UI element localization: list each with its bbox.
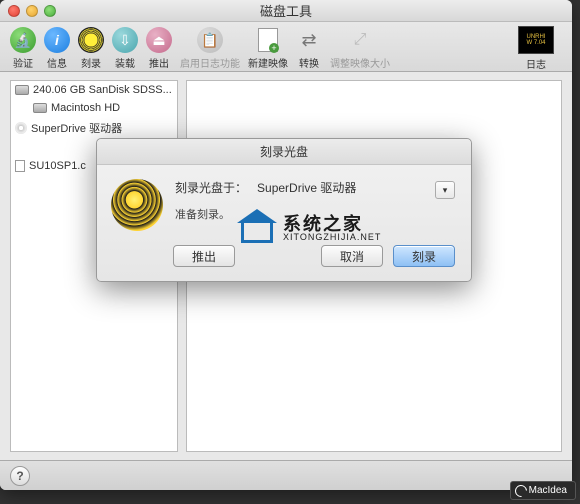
toolbar-log[interactable]: UNRHI W 7.04 日志 xyxy=(518,26,554,71)
eject-button[interactable]: 推出 xyxy=(173,245,235,267)
journal-icon: 📋 xyxy=(197,27,223,53)
burn-icon xyxy=(111,179,163,231)
options-dropdown-button[interactable]: ▾ xyxy=(435,181,455,199)
toolbar-new-image[interactable]: 新建映像 xyxy=(248,27,288,70)
macidea-badge: MacIdea xyxy=(510,481,576,500)
disk-image-icon xyxy=(15,160,25,172)
info-icon: i xyxy=(44,27,70,53)
burn-button[interactable]: 刻录 xyxy=(393,245,455,267)
eject-icon: ⏏ xyxy=(146,27,172,53)
toolbar-verify[interactable]: 🔬 验证 xyxy=(10,27,36,70)
new-image-icon xyxy=(255,27,281,53)
toolbar-burn[interactable]: 刻录 xyxy=(78,27,104,70)
toolbar-convert[interactable]: ⇄ 转换 xyxy=(296,27,322,70)
sidebar-item-disk[interactable]: 240.06 GB SanDisk SDSS... xyxy=(11,81,177,99)
log-icon: UNRHI W 7.04 xyxy=(518,26,554,54)
toolbar-info[interactable]: i 信息 xyxy=(44,27,70,70)
toolbar-journal: 📋 启用日志功能 xyxy=(180,27,240,70)
window-title: 磁盘工具 xyxy=(0,1,572,20)
convert-icon: ⇄ xyxy=(296,27,322,53)
burn-icon xyxy=(78,27,104,53)
sidebar-item-superdrive[interactable]: SuperDrive 驱动器 xyxy=(11,117,177,139)
toolbar-eject[interactable]: ⏏ 推出 xyxy=(146,27,172,70)
hdd-icon xyxy=(33,103,47,113)
burn-to-label: 刻录光盘于： xyxy=(175,179,247,196)
preparing-label: 准备刻录。 xyxy=(175,206,453,222)
help-button[interactable]: ? xyxy=(10,466,30,486)
disk-utility-window: 磁盘工具 🔬 验证 i 信息 刻录 ⇩ 装载 ⏏ 推出 📋 启用日志功能 新建映 xyxy=(0,0,572,490)
sheet-title: 刻录光盘 xyxy=(97,139,471,165)
statusbar: ? xyxy=(0,460,572,490)
titlebar: 磁盘工具 xyxy=(0,0,572,22)
sidebar-item-volume[interactable]: Macintosh HD xyxy=(11,99,177,117)
hdd-icon xyxy=(15,85,29,95)
cancel-button[interactable]: 取消 xyxy=(321,245,383,267)
mount-icon: ⇩ xyxy=(112,27,138,53)
toolbar-mount[interactable]: ⇩ 装载 xyxy=(112,27,138,70)
toolbar: 🔬 验证 i 信息 刻录 ⇩ 装载 ⏏ 推出 📋 启用日志功能 新建映像 ⇄ xyxy=(0,22,572,72)
resize-icon: ⤢ xyxy=(347,27,373,53)
toolbar-resize: ⤢ 调整映像大小 xyxy=(330,27,390,70)
optical-icon xyxy=(15,122,27,134)
burn-sheet: 刻录光盘 刻录光盘于： SuperDrive 驱动器 准备刻录。 ▾ 系 xyxy=(96,138,472,282)
burn-drive-name: SuperDrive 驱动器 xyxy=(257,179,356,196)
microscope-icon: 🔬 xyxy=(10,27,36,53)
